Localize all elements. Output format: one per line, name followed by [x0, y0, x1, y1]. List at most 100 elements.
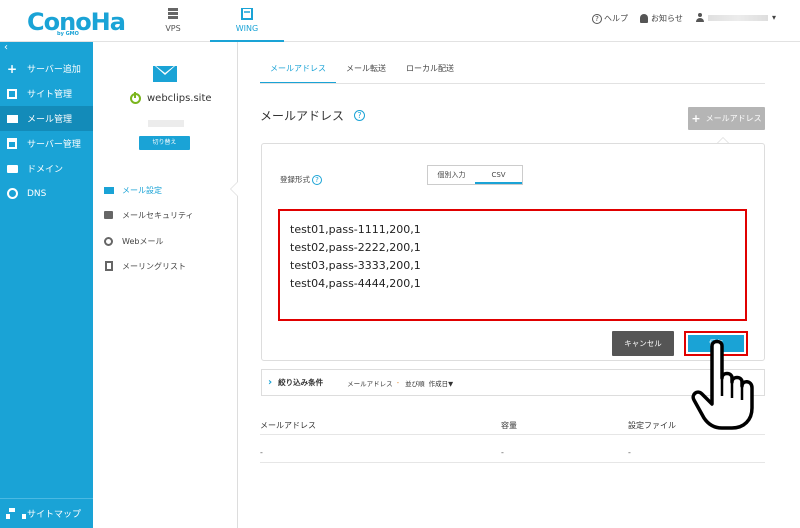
main-content: メールアドレス メール転送 ローカル配送 メールアドレス ? + メールアドレス… [238, 42, 800, 528]
sitemap-label: サイトマップ [27, 510, 82, 520]
wing-server-icon [210, 7, 284, 20]
help-link[interactable]: ? ヘルプ [592, 13, 628, 24]
format-label: 登録形式 ? [280, 174, 322, 185]
site-name-label: webclips.site [147, 93, 212, 104]
tab-bar: メールアドレス メール転送 ローカル配送 [260, 56, 464, 84]
sidebar: ‹ + サーバー追加 サイト管理 メール管理 サーバー管理 ドメイン DNS サ… [0, 42, 93, 528]
sort-value[interactable]: 作成日▼ [429, 378, 454, 388]
subnav-mailing-list[interactable]: メーリングリスト [103, 259, 186, 273]
globe-icon [6, 188, 18, 200]
sidebar-item-label: サイト管理 [27, 90, 73, 100]
mail-subpanel: webclips.site 切り替え メール設定 メールセキュリティ Webメー… [93, 42, 239, 528]
subnav-label: Webメール [122, 236, 164, 246]
format-label-text: 登録形式 [280, 175, 310, 184]
bell-icon [640, 14, 648, 23]
site-name: webclips.site [130, 92, 212, 104]
notice-link[interactable]: お知らせ [640, 13, 683, 24]
power-status-icon [130, 92, 141, 104]
sidebar-item-domain[interactable]: ドメイン [0, 156, 93, 181]
table-divider [260, 462, 765, 463]
csv-line: test02,pass-2222,200,1 [290, 241, 421, 254]
user-name-redacted [708, 14, 768, 21]
mail-icon [6, 113, 18, 125]
tab-mail-forward[interactable]: メール転送 [336, 56, 396, 84]
subnav-label: メールセキュリティ [122, 210, 194, 220]
csv-line: test01,pass-1111,200,1 [290, 223, 421, 236]
subnav-mail-settings[interactable]: メール設定 [103, 183, 162, 197]
subnav-webmail[interactable]: Webメール [103, 234, 163, 248]
add-mail-address-button[interactable]: + メールアドレス [688, 107, 765, 130]
switch-button[interactable]: 切り替え [139, 136, 190, 150]
table-cell: - [628, 448, 631, 457]
help-question-icon[interactable]: ? [312, 174, 322, 185]
collapse-chevron-icon[interactable]: ‹ [4, 42, 8, 53]
csv-textarea[interactable]: test01,pass-1111,200,1 test02,pass-2222,… [278, 209, 747, 321]
nav-vps[interactable]: VPS [136, 0, 210, 42]
subnav-label: メール設定 [122, 185, 162, 195]
csv-line: test03,pass-3333,200,1 [290, 259, 421, 272]
add-button-label: メールアドレス [705, 114, 762, 123]
add-form-card: 登録形式 ? 個別入力 CSV test01,pass-1111,200,1 t… [261, 143, 765, 361]
subnav-mail-security[interactable]: メールセキュリティ [103, 208, 194, 222]
envelope-icon [153, 66, 177, 82]
hand-pointer-icon [691, 339, 754, 430]
chevron-down-icon: ▾ [772, 13, 777, 22]
sidebar-item-server[interactable]: サーバー管理 [0, 131, 93, 156]
tab-divider [260, 83, 765, 84]
mail-icon [103, 185, 114, 195]
tab-mail-address[interactable]: メールアドレス [260, 56, 336, 84]
server-icon [6, 138, 18, 150]
sidebar-item-site[interactable]: サイト管理 [0, 81, 93, 106]
webmail-icon [103, 236, 114, 246]
domain-icon [6, 163, 18, 175]
column-header-capacity[interactable]: 容量 [501, 420, 517, 431]
cancel-button[interactable]: キャンセル [612, 331, 674, 356]
sidebar-item-label: サーバー追加 [27, 65, 81, 75]
plus-icon: + [691, 112, 701, 125]
table-cell: - [260, 448, 263, 457]
page-title: メールアドレス ? [260, 107, 366, 124]
filter-title: 絞り込み条件 [278, 378, 324, 387]
chevron-right-icon: › [268, 377, 273, 388]
help-question-icon[interactable]: ? [354, 110, 366, 121]
table-divider [260, 434, 765, 435]
sidebar-item-mail[interactable]: メール管理 [0, 106, 93, 131]
filter-item-value: - [396, 378, 400, 387]
redacted-text [148, 120, 184, 127]
sort-label: 並び順 [405, 379, 425, 388]
column-header-config[interactable]: 設定ファイル [628, 420, 676, 431]
question-icon: ? [592, 13, 602, 24]
sidebar-item-dns[interactable]: DNS [0, 181, 93, 206]
table-cell: - [501, 448, 504, 457]
sidebar-item-label: サーバー管理 [27, 140, 81, 150]
sitemap-icon [6, 508, 26, 519]
sitemap-link[interactable]: サイトマップ [0, 498, 93, 528]
tab-local-delivery[interactable]: ローカル配送 [396, 56, 464, 84]
list-icon [103, 261, 114, 271]
subnav-label: メーリングリスト [122, 261, 186, 271]
csv-line: test04,pass-4444,200,1 [290, 277, 421, 290]
lock-icon [103, 210, 114, 220]
user-icon [696, 13, 704, 22]
column-header-address[interactable]: メールアドレス [260, 420, 316, 431]
nav-wing-label: WING [235, 24, 259, 33]
logo-subtext: by GMO [57, 31, 79, 37]
site-icon [6, 88, 18, 100]
page-title-text: メールアドレス [260, 109, 345, 123]
filter-item: メールアドレス [347, 379, 393, 388]
top-header: ConoHa by GMO VPS WING ? ヘルプ お知らせ ▾ [0, 0, 800, 43]
plus-icon: + [6, 61, 18, 76]
notice-label: お知らせ [651, 14, 683, 23]
format-toggle: 個別入力 CSV [427, 165, 523, 185]
sidebar-item-label: ドメイン [27, 165, 64, 175]
sidebar-item-label: DNS [27, 188, 47, 199]
toggle-individual[interactable]: 個別入力 [428, 166, 475, 184]
server-stack-icon [136, 8, 210, 20]
help-label: ヘルプ [604, 14, 628, 23]
sidebar-item-label: メール管理 [27, 115, 73, 125]
nav-vps-label: VPS [165, 24, 181, 33]
nav-wing[interactable]: WING [210, 0, 284, 43]
toggle-csv[interactable]: CSV [475, 166, 522, 184]
user-menu[interactable]: ▾ [696, 13, 776, 22]
sidebar-item-add-server[interactable]: + サーバー追加 [0, 56, 93, 81]
